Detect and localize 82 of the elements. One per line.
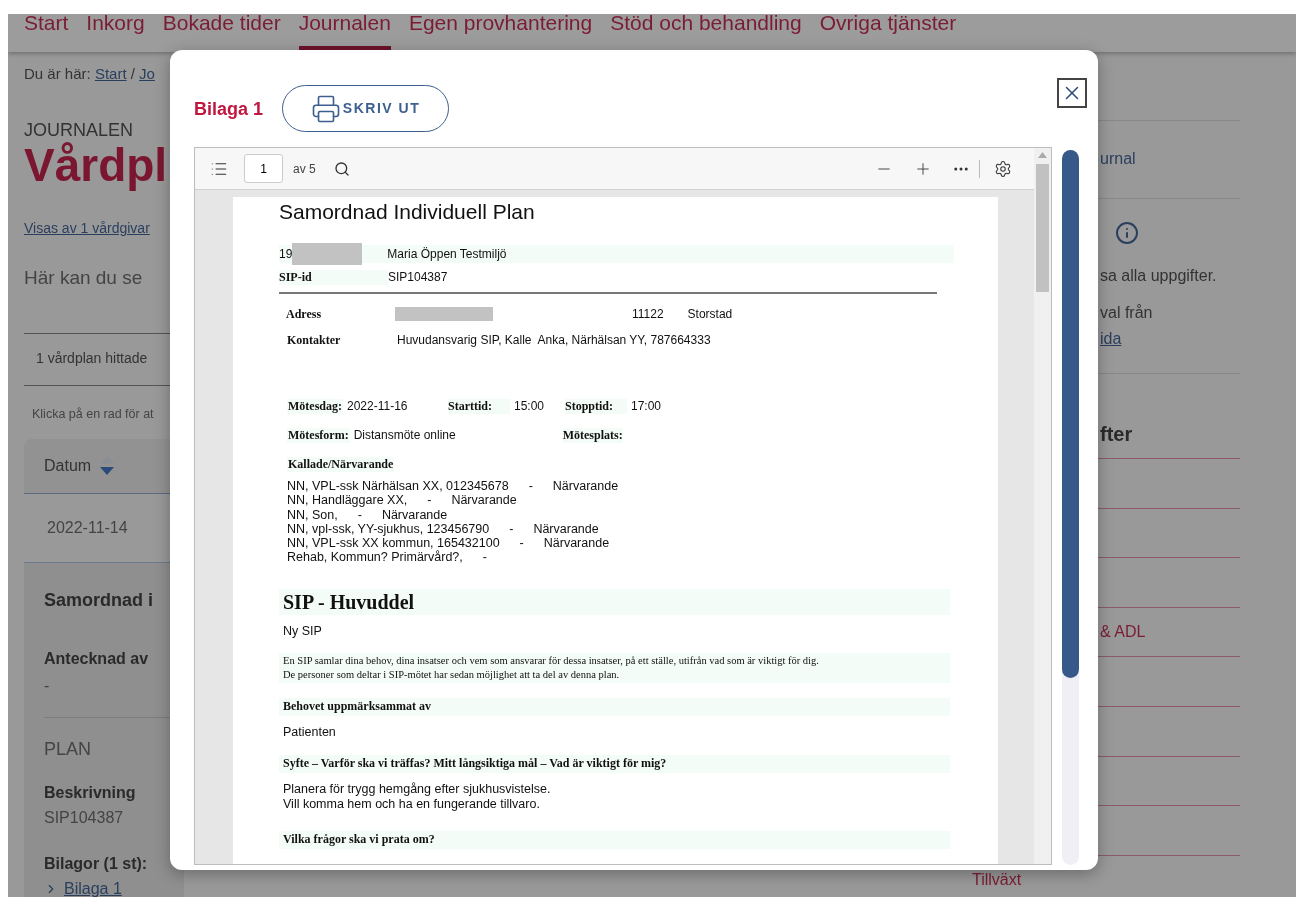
nav-tab[interactable]: Stöd och behandling	[610, 14, 802, 50]
nav-tab[interactable]: Start	[24, 14, 69, 50]
field-value: SIP104387	[388, 269, 448, 285]
field-value: Huvudansvarig SIP, Kalle Anka, Närhälsan YY, 787664333	[397, 332, 711, 348]
breadcrumb: Du är här: Start / Jo	[24, 64, 155, 84]
side-text: val från	[1100, 303, 1153, 323]
field-label: Mötesform:	[287, 427, 350, 443]
info-icon[interactable]	[1115, 221, 1139, 245]
dialog-scrollbar[interactable]	[1062, 150, 1079, 865]
field-label: Mötesplats:	[562, 427, 623, 443]
section-heading: SIP - Huvuddel	[282, 589, 415, 614]
field-value: 15:00	[514, 398, 546, 414]
document-text: Vill komma hem och ha en fungerande tillvaro.	[283, 796, 540, 812]
search-icon[interactable]	[333, 160, 350, 177]
document-text: Ny SIP	[283, 623, 322, 639]
page-title: Vårdpl	[24, 141, 168, 189]
attendee-line: NN, Son, - Närvarande	[287, 507, 448, 522]
subsection-heading: Vilka frågor ska vi prata om?	[283, 832, 435, 848]
field-label: Mötesdag:	[287, 398, 343, 414]
document-paragraph: De personer som deltar i SIP-mötet har sedan möjlighet att ta del av denna plan.	[283, 667, 620, 682]
breadcrumb-link[interactable]: Start	[94, 65, 127, 82]
nav-tab[interactable]: Bokade tider	[162, 14, 281, 50]
plan-title: Samordnad i	[44, 589, 154, 611]
viewer-scrollbar[interactable]	[1034, 148, 1051, 864]
field-value: 2022-11-16	[347, 398, 409, 414]
scroll-thumb[interactable]	[1062, 150, 1079, 678]
field-label: SIP-id	[279, 269, 388, 285]
field-value: 11122	[632, 306, 664, 322]
result-count: 1 vårdplan hittade	[36, 349, 148, 368]
page-count: av 5	[293, 160, 316, 178]
plan-heading: PLAN	[44, 738, 92, 760]
nav-tab[interactable]: Inkorg	[86, 14, 145, 50]
nav-tab[interactable]: Egen provhantering	[408, 14, 593, 50]
column-header[interactable]: Datum	[44, 454, 92, 478]
field-value: 17:00	[631, 398, 662, 414]
field-label: Bilagor (1 st):	[44, 854, 148, 874]
table-cell-text: 2022-11-14	[47, 518, 128, 538]
attachment-link[interactable]: Bilaga 1	[64, 879, 122, 897]
hint-text: Klicka på en rad för at	[32, 406, 154, 423]
close-button[interactable]	[1057, 78, 1087, 108]
document-paragraph: En SIP samlar dina behov, dina insatser och vem som ansvarar för dessa insatser, på ett ställe, utifrån vad som är viktigt för dig.	[283, 653, 819, 668]
scroll-up-icon[interactable]	[1038, 152, 1047, 158]
settings-icon[interactable]	[994, 159, 1012, 178]
section-label: JOURNALEN	[24, 119, 134, 141]
nav-tab[interactable]: Ovriga tjänster	[819, 14, 957, 50]
document-text: Planera för trygg hemgång efter sjukhusvistelse.	[283, 781, 551, 797]
breadcrumb-link[interactable]: Jo	[139, 65, 155, 82]
journal-link[interactable]: urnal	[1100, 149, 1136, 169]
intro-text: Här kan du se	[24, 266, 143, 290]
side-link[interactable]: ida	[1100, 329, 1122, 349]
document-title: Samordnad Individuell Plan	[279, 199, 535, 225]
attendee-line: NN, VPL-ssk Närhälsan XX, 012345678 - Närvarande	[287, 479, 619, 494]
dialog-title: Bilaga 1	[194, 98, 264, 120]
field-label: Starttid:	[448, 398, 510, 414]
attendee-line: NN, vpl-ssk, YY-sjukhus, 123456790 - Närvarande	[287, 521, 599, 537]
field-label: Adress	[286, 306, 323, 322]
document-text: Patienten	[283, 724, 336, 740]
field-label: Beskrivning	[44, 783, 136, 803]
page-number-field[interactable]: 1	[244, 154, 283, 183]
side-text: sa alla uppgifter.	[1100, 266, 1217, 286]
field-value: SIP104387	[44, 808, 124, 828]
side-menu-link[interactable]: & ADL	[1100, 620, 1146, 645]
document-text: 19	[279, 246, 293, 262]
scroll-thumb[interactable]	[1036, 164, 1049, 292]
field-value: Storstad	[687, 306, 733, 322]
field-label: Kallade/Närvarande	[287, 456, 395, 472]
redacted-block	[292, 243, 363, 265]
providers-link[interactable]: Visas av 1 vårdgivar	[24, 218, 150, 238]
patient-name: Maria Öppen Testmiljö	[387, 246, 507, 262]
field-label: Antecknad av	[44, 649, 149, 669]
subsection-heading: Behovet uppmärksammat av	[283, 699, 431, 715]
field-value: Distansmöte online	[353, 427, 457, 443]
field-value: -	[44, 676, 50, 696]
side-heading: fter	[1100, 422, 1133, 446]
field-label: Stopptid:	[565, 398, 627, 414]
printer-icon	[310, 93, 341, 124]
attendee-line: NN, VPL-ssk XX kommun, 165432100 - Närvarande	[287, 536, 610, 551]
attendee-line: Rehab, Kommun? Primärvård?, -	[287, 550, 488, 565]
attendee-line: NN, Handläggare XX, - Närvarande	[287, 493, 517, 508]
subsection-heading: Syfte – Varför ska vi träffas? Mitt långsiktiga mål – Vad är viktigt för mig?	[283, 756, 667, 772]
field-label: Kontakter	[287, 332, 342, 348]
side-menu-link[interactable]: Tillväxt	[972, 868, 1022, 893]
